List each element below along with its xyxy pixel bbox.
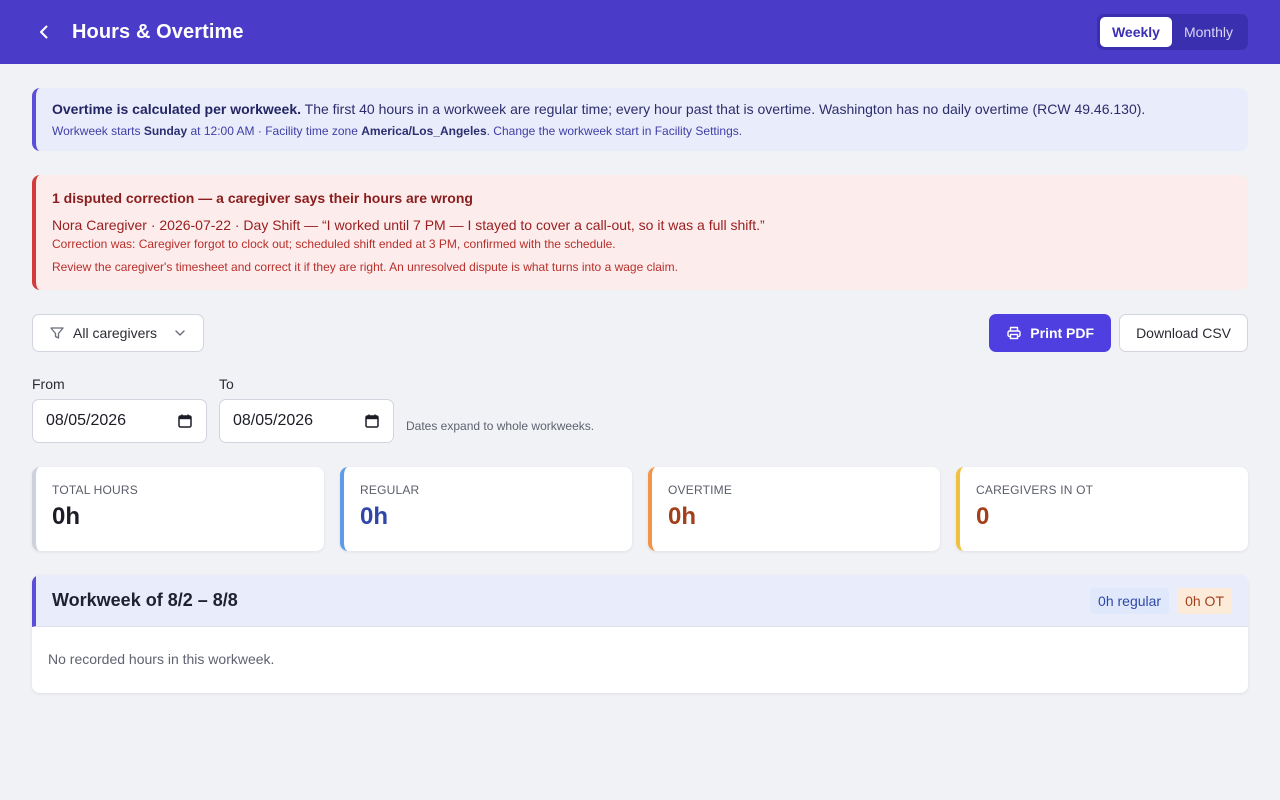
to-date-group: To 08/05/2026 xyxy=(219,376,394,443)
calendar-icon xyxy=(178,414,192,428)
overtime-info-banner: Overtime is calculated per workweek. The… xyxy=(32,88,1248,151)
view-toggle: Weekly Monthly xyxy=(1096,14,1248,50)
to-date-value: 08/05/2026 xyxy=(233,412,314,429)
date-range: From 08/05/2026 To 08/05/2026 Dates expa… xyxy=(32,376,1248,443)
overtime-hours-badge: 0h OT xyxy=(1177,587,1232,614)
caregiver-filter-dropdown[interactable]: All caregivers xyxy=(32,314,204,352)
chevron-down-icon xyxy=(175,330,185,336)
workweek-empty-message: No recorded hours in this workweek. xyxy=(48,651,275,667)
to-date-input[interactable]: 08/05/2026 xyxy=(219,399,394,443)
workweek-mid: at 12:00 AM · Facility time zone xyxy=(190,124,358,138)
stat-value: 0h xyxy=(360,503,389,530)
filter-label: All caregivers xyxy=(73,325,158,341)
stat-card-regular: REGULAR 0h xyxy=(340,467,632,551)
dispute-title: 1 disputed correction — a caregiver says… xyxy=(52,190,473,206)
toggle-weekly[interactable]: Weekly xyxy=(1099,17,1172,47)
top-bar: Hours & Overtime Weekly Monthly xyxy=(0,0,1280,64)
from-date-value: 08/05/2026 xyxy=(46,412,127,429)
workweek-section: Workweek of 8/2 – 8/8 0h regular 0h OT N… xyxy=(32,575,1248,693)
facility-timezone: America/Los_Angeles xyxy=(361,124,487,138)
workweek-header: Workweek of 8/2 – 8/8 0h regular 0h OT xyxy=(32,575,1248,627)
filter-icon xyxy=(50,327,64,339)
workweek-settings-text: Workweek starts Sunday at 12:00 AM · Fac… xyxy=(52,124,1232,138)
to-label: To xyxy=(219,376,234,392)
stat-card-caregivers-in-ot: CAREGIVERS IN OT 0 xyxy=(956,467,1248,551)
stat-value: 0h xyxy=(668,503,697,530)
dispute-entry[interactable]: Nora Caregiver · 2026-07-22 · Day Shift … xyxy=(52,217,1232,233)
stat-label: REGULAR xyxy=(360,483,420,497)
chevron-left-icon xyxy=(40,25,48,39)
dispute-review-text: Review the caregiver's timesheet and cor… xyxy=(52,260,678,274)
stat-value: 0 xyxy=(976,503,990,530)
toggle-monthly[interactable]: Monthly xyxy=(1172,17,1245,47)
workweek-badges: 0h regular 0h OT xyxy=(1090,587,1232,614)
info-text: Overtime is calculated per workweek. The… xyxy=(52,100,1232,118)
info-body: The first 40 hours in a workweek are reg… xyxy=(304,101,1146,117)
workweek-prefix: Workweek starts xyxy=(52,124,141,138)
stat-value: 0h xyxy=(52,503,81,530)
regular-hours-badge: 0h regular xyxy=(1090,587,1170,614)
info-bold: Overtime is calculated per workweek. xyxy=(52,101,302,117)
calendar-icon xyxy=(365,414,379,428)
stats-row: TOTAL HOURS 0h REGULAR 0h OVERTIME 0h CA… xyxy=(32,467,1248,551)
workweek-title: Workweek of 8/2 – 8/8 xyxy=(52,590,238,610)
print-pdf-button[interactable]: Print PDF xyxy=(989,314,1112,352)
from-date-group: From 08/05/2026 xyxy=(32,376,207,443)
toolbar: All caregivers Print PDF Download CSV xyxy=(32,314,1248,352)
from-date-input[interactable]: 08/05/2026 xyxy=(32,399,207,443)
dispute-correction-note: Correction was: Caregiver forgot to cloc… xyxy=(52,237,616,251)
stat-card-total-hours: TOTAL HOURS 0h xyxy=(32,467,324,551)
workweek-suffix: . Change the workweek start in Facility … xyxy=(486,124,743,138)
dispute-alert: 1 disputed correction — a caregiver says… xyxy=(32,175,1248,290)
download-csv-button[interactable]: Download CSV xyxy=(1119,314,1248,352)
print-pdf-label: Print PDF xyxy=(1030,325,1095,341)
printer-icon xyxy=(1007,326,1021,340)
stat-card-overtime: OVERTIME 0h xyxy=(648,467,940,551)
from-label: From xyxy=(32,376,65,392)
stat-label: OVERTIME xyxy=(668,483,733,497)
workweek-start-day: Sunday xyxy=(143,124,188,138)
back-button[interactable] xyxy=(32,20,56,44)
dates-hint: Dates expand to whole workweeks. xyxy=(406,419,595,433)
stat-label: TOTAL HOURS xyxy=(52,483,138,497)
page-title: Hours & Overtime xyxy=(72,20,244,43)
main-content: Overtime is calculated per workweek. The… xyxy=(0,64,1280,717)
stat-label: CAREGIVERS IN OT xyxy=(976,483,1094,497)
